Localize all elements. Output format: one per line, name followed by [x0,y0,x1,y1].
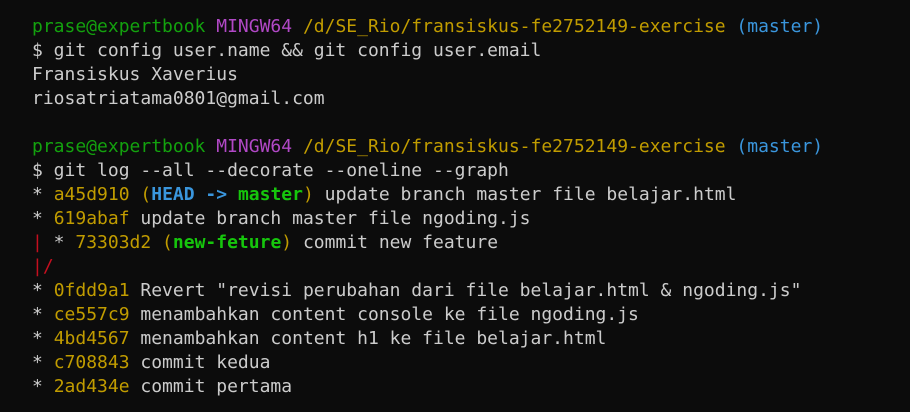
commit-message: update branch master file ngoding.js [129,208,531,229]
graph-marker: * [32,280,54,301]
commit-hash: 0fdd9a1 [53,280,130,301]
graph-merge-line: |/ [32,255,910,279]
graph-marker: * [32,352,54,373]
current-path: /d/SE_Rio/fransiskus-fe2752149-exercise [302,16,726,37]
current-branch: (master) [736,136,824,157]
ref-paren-open: ( [129,184,152,205]
commit-hash: 2ad434e [53,376,130,397]
system-name: MINGW64 [216,16,293,37]
terminal-window[interactable]: prase@expertbook MINGW64 /d/SE_Rio/frans… [0,0,910,412]
graph-marker: * [32,328,54,349]
graph-marker: * [32,184,54,205]
output-line-email: riosatriatama0801@gmail.com [32,88,325,109]
commit-message: update branch master file belajar.html [313,184,737,205]
graph-marker: * [32,304,54,325]
command-line: $ git log --all --decorate --oneline --g… [32,160,509,181]
commit-hash: 619abaf [53,208,130,229]
log-entry: * 4bd4567 menambahkan content h1 ke file… [32,327,910,351]
user-host: prase@expertbook [32,136,206,157]
commit-hash: 4bd4567 [53,328,130,349]
prompt-line: prase@expertbook MINGW64 /d/SE_Rio/frans… [32,135,910,159]
branch-ref: master [237,184,303,205]
graph-merge: |/ [32,256,54,277]
branch-ref: new-feture [172,232,282,253]
log-entry: * 0fdd9a1 Revert "revisi perubahan dari … [32,279,910,303]
log-entry: | * 73303d2 (new-feture) commit new feat… [32,231,910,255]
graph-marker: * [32,208,54,229]
ref-paren-close: ) [302,184,314,205]
ref-paren-close: ) [281,232,293,253]
log-entry: * 619abaf update branch master file ngod… [32,207,910,231]
system-name: MINGW64 [216,136,293,157]
head-ref: HEAD -> [151,184,238,205]
commit-hash: a45d910 [53,184,130,205]
commit-hash: ce557c9 [53,304,130,325]
commit-message: commit pertama [129,376,293,397]
log-entry: * c708843 commit kedua [32,351,910,375]
log-entry: * 2ad434e commit pertama [32,375,910,399]
commit-message: commit kedua [129,352,271,373]
user-host: prase@expertbook [32,16,206,37]
ref-paren-open: ( [151,232,173,253]
commit-message: menambahkan content h1 ke file belajar.h… [129,328,607,349]
log-entry: * ce557c9 menambahkan content console ke… [32,303,910,327]
commit-message: commit new feature [292,232,499,253]
graph-marker: * [42,232,76,253]
commit-hash: c708843 [53,352,130,373]
graph-bar: | [32,232,43,253]
commit-message: Revert "revisi perubahan dari file belaj… [129,280,802,301]
prompt-line: prase@expertbook MINGW64 /d/SE_Rio/frans… [32,15,910,39]
current-branch: (master) [736,16,824,37]
output-line-name: Fransiskus Xaverius [32,64,238,85]
current-path: /d/SE_Rio/fransiskus-fe2752149-exercise [302,136,726,157]
graph-marker: * [32,376,54,397]
log-entry: * a45d910 (HEAD -> master) update branch… [32,183,910,207]
command-line: $ git config user.name && git config use… [32,40,542,61]
commit-message: menambahkan content console ke file ngod… [129,304,639,325]
commit-hash: 73303d2 [75,232,152,253]
